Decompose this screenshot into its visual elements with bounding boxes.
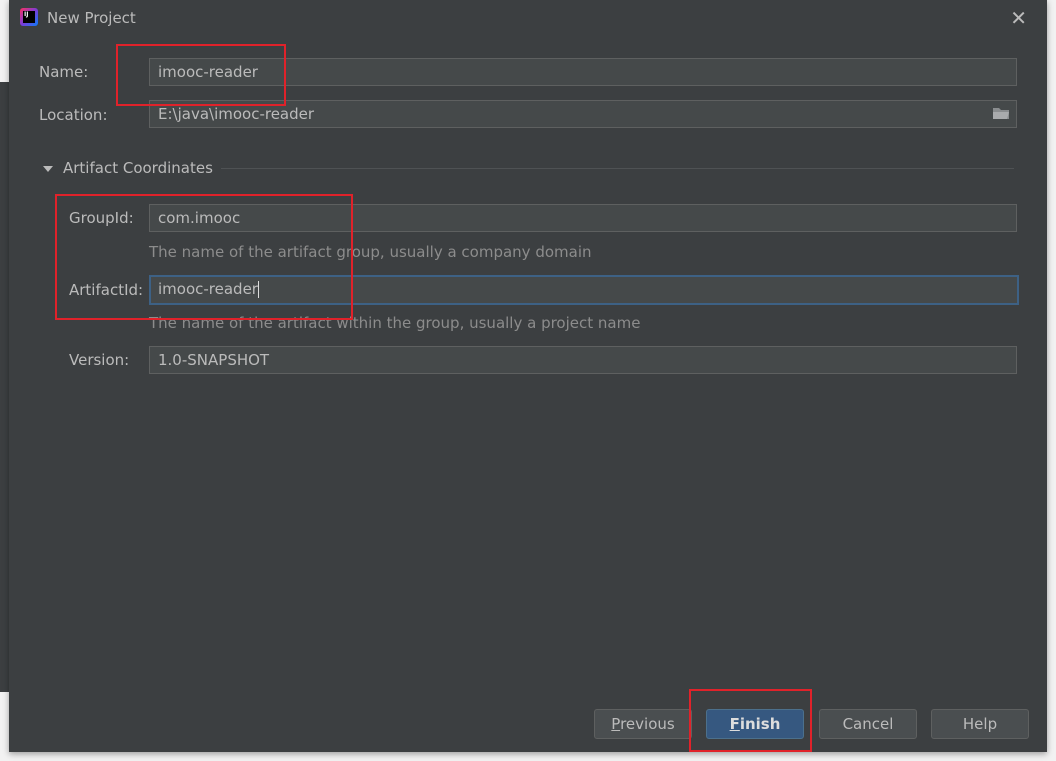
text-caret xyxy=(257,281,259,298)
finish-label: inish xyxy=(739,715,781,733)
section-title: Artifact Coordinates xyxy=(63,159,213,177)
previous-label: revious xyxy=(620,715,675,733)
artifactid-label: ArtifactId: xyxy=(69,281,144,299)
help-button[interactable]: Help xyxy=(931,709,1029,739)
title-bar: IJ New Project ✕ xyxy=(9,0,1047,38)
groupid-input[interactable]: com.imooc xyxy=(149,204,1017,232)
previous-mnemonic: P xyxy=(611,715,621,733)
artifactid-hint: The name of the artifact within the grou… xyxy=(149,314,641,332)
location-label: Location: xyxy=(39,106,108,124)
finish-button[interactable]: Finish xyxy=(706,709,804,739)
artifactid-input[interactable]: imooc-reader xyxy=(149,275,1019,305)
version-label: Version: xyxy=(69,351,130,369)
artifactid-value: imooc-reader xyxy=(158,280,258,298)
triangle-down-icon xyxy=(43,165,53,172)
name-label: Name: xyxy=(39,63,89,81)
name-input[interactable]: imooc-reader xyxy=(149,58,1017,86)
previous-button[interactable]: Previous xyxy=(594,709,692,739)
new-project-dialog: IJ New Project ✕ Name: imooc-reader Loca… xyxy=(9,0,1047,752)
location-input[interactable]: E:\java\imooc-reader xyxy=(149,100,1017,128)
finish-mnemonic: F xyxy=(729,715,740,733)
groupid-label: GroupId: xyxy=(69,209,134,227)
folder-icon[interactable] xyxy=(992,106,1010,120)
artifact-coordinates-toggle[interactable]: Artifact Coordinates xyxy=(43,159,213,177)
dialog-title: New Project xyxy=(47,9,136,27)
background-window xyxy=(0,82,9,692)
cancel-button[interactable]: Cancel xyxy=(819,709,917,739)
intellij-icon: IJ xyxy=(20,8,38,26)
close-icon[interactable]: ✕ xyxy=(1010,6,1027,30)
section-divider xyxy=(221,168,1014,169)
version-input[interactable]: 1.0-SNAPSHOT xyxy=(149,346,1017,374)
groupid-hint: The name of the artifact group, usually … xyxy=(149,243,592,261)
location-value: E:\java\imooc-reader xyxy=(158,105,315,123)
